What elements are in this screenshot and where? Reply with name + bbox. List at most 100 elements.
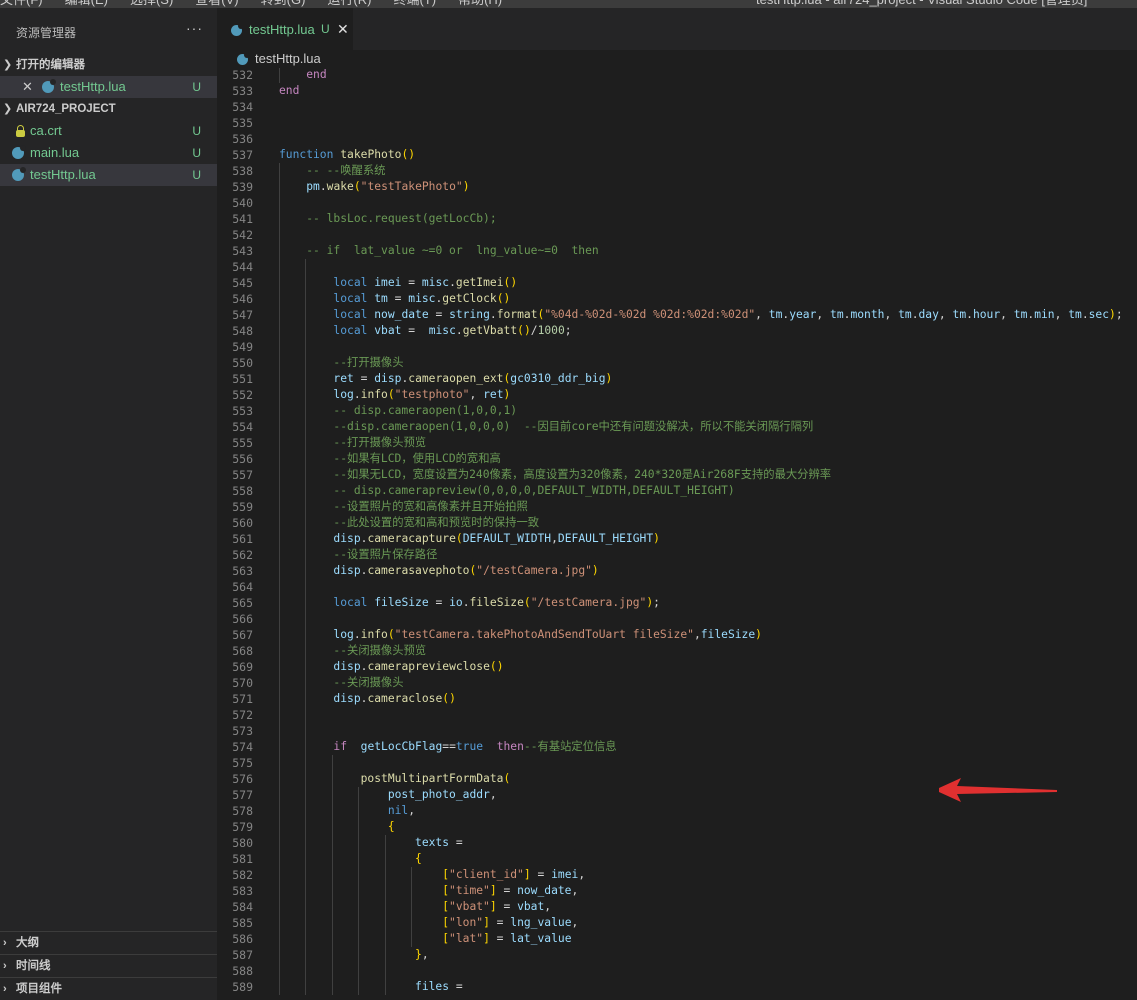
open-editors-section[interactable]: ❯ 打开的编辑器 [0, 54, 217, 76]
code-line[interactable]: 556 --如果有LCD，使用LCD的宽和高 [217, 451, 1137, 467]
code-line[interactable]: 547 local now_date = string.format("%04d… [217, 307, 1137, 323]
lock-icon [16, 125, 25, 137]
code-line[interactable]: 535 [217, 115, 1137, 131]
code-line[interactable]: 545 local imei = misc.getImei() [217, 275, 1137, 291]
code-line[interactable]: 580 texts = [217, 835, 1137, 851]
outline-section[interactable]: › 大纲 [0, 931, 217, 954]
code-line[interactable]: 554 --disp.cameraopen(1,0,0,0) --因目前core… [217, 419, 1137, 435]
code-line[interactable]: 585 ["lon"] = lng_value, [217, 915, 1137, 931]
code-line[interactable]: 581 { [217, 851, 1137, 867]
code-line[interactable]: 563 disp.camerasavephoto("/testCamera.jp… [217, 563, 1137, 579]
code-line[interactable]: 587 }, [217, 947, 1137, 963]
line-number: 567 [232, 628, 253, 642]
code-line[interactable]: 537 function takePhoto() [217, 147, 1137, 163]
code-line[interactable]: 543 -- if lat_value ~=0 or lng_value~=0 … [217, 243, 1137, 259]
code-line[interactable]: 548 local vbat = misc.getVbatt()/1000; [217, 323, 1137, 339]
code-line[interactable]: 540 [217, 195, 1137, 211]
code-line[interactable]: 533 end [217, 83, 1137, 99]
code-text: -- --唤醒系统 [306, 164, 386, 177]
code-text: local tm = misc.getClock() [333, 292, 511, 305]
menu-item[interactable]: 帮助(H) [458, 0, 502, 8]
git-status-badge: U [192, 80, 201, 94]
close-icon[interactable]: ✕ [337, 21, 349, 38]
project-components-section[interactable]: › 项目组件 [0, 977, 217, 1000]
line-number: 534 [232, 100, 253, 114]
code-line[interactable]: 586 ["lat"] = lat_value [217, 931, 1137, 947]
tab-testhttp-lua[interactable]: testHttp.lua U ✕ [217, 8, 353, 50]
code-line[interactable]: 575 [217, 755, 1137, 771]
code-line[interactable]: 553 -- disp.cameraopen(1,0,0,1) [217, 403, 1137, 419]
code-text: --如果有LCD，使用LCD的宽和高 [333, 452, 501, 465]
code-line[interactable]: 582 ["client_id"] = imei, [217, 867, 1137, 883]
file-item-testhttp-lua[interactable]: testHttp.lua U [0, 164, 217, 186]
line-number: 558 [232, 484, 253, 498]
file-item-main-lua[interactable]: main.lua U [0, 142, 217, 164]
code-line[interactable]: 546 local tm = misc.getClock() [217, 291, 1137, 307]
file-name: ca.crt [30, 123, 62, 138]
close-icon[interactable]: ✕ [22, 76, 33, 98]
open-editor-item[interactable]: ✕ testHttp.lua U [0, 76, 217, 98]
code-line[interactable]: 549 [217, 339, 1137, 355]
code-line[interactable]: 566 [217, 611, 1137, 627]
line-number: 580 [232, 836, 253, 850]
code-line[interactable]: 532 end [217, 68, 1137, 83]
menu-bar[interactable]: 文件(F) 编辑(E) 选择(S) 查看(V) 转到(G) 运行(R) 终端(T) 帮助(H) [0, 0, 524, 8]
file-item-ca-crt[interactable]: ca.crt U [0, 120, 217, 142]
project-section[interactable]: ❯ AIR724_PROJECT [0, 98, 217, 120]
code-line[interactable]: 555 --打开摄像头预览 [217, 435, 1137, 451]
code-text: --打开摄像头 [333, 356, 404, 369]
code-text: ["client_id"] = imei, [442, 868, 586, 881]
code-line[interactable]: 573 [217, 723, 1137, 739]
code-line[interactable]: 588 [217, 963, 1137, 979]
code-line[interactable]: 551 ret = disp.cameraopen_ext(gc0310_ddr… [217, 371, 1137, 387]
code-line[interactable]: 579 { [217, 819, 1137, 835]
code-line[interactable]: 571 disp.cameraclose() [217, 691, 1137, 707]
code-editor[interactable]: 532 end 533 end 534 535 536 537 function takePh… [217, 68, 1137, 1000]
menu-item[interactable]: 运行(R) [327, 0, 371, 8]
code-line[interactable]: 562 --设置照片保存路径 [217, 547, 1137, 563]
menu-item[interactable]: 编辑(E) [65, 0, 108, 8]
code-line[interactable]: 572 [217, 707, 1137, 723]
code-line[interactable]: 567 log.info("testCamera.takePhotoAndSen… [217, 627, 1137, 643]
code-line[interactable]: 559 --设置照片的宽和高像素并且开始拍照 [217, 499, 1137, 515]
code-line[interactable]: 574 if getLocCbFlag==true then--有基站定位信息 [217, 739, 1137, 755]
code-line[interactable]: 550 --打开摄像头 [217, 355, 1137, 371]
line-number: 586 [232, 932, 253, 946]
code-line[interactable]: 542 [217, 227, 1137, 243]
code-line[interactable]: 536 [217, 131, 1137, 147]
code-text: local imei = misc.getImei() [333, 276, 518, 289]
more-actions-icon[interactable]: ··· [186, 20, 203, 36]
line-number: 573 [232, 724, 253, 738]
menu-item[interactable]: 转到(G) [261, 0, 306, 8]
breadcrumb[interactable]: testHttp.lua [217, 50, 1137, 70]
code-line[interactable]: 552 log.info("testphoto", ret) [217, 387, 1137, 403]
code-line[interactable]: 589 files = [217, 979, 1137, 995]
menu-item[interactable]: 文件(F) [0, 0, 43, 8]
menu-item[interactable]: 终端(T) [393, 0, 436, 8]
code-line[interactable]: 558 -- disp.camerapreview(0,0,0,0,DEFAUL… [217, 483, 1137, 499]
code-line[interactable]: 538 -- --唤醒系统 [217, 163, 1137, 179]
line-number: 536 [232, 132, 253, 146]
menu-item[interactable]: 选择(S) [130, 0, 173, 8]
git-status-badge: U [192, 146, 201, 160]
code-line[interactable]: 544 [217, 259, 1137, 275]
timeline-section[interactable]: › 时间线 [0, 954, 217, 977]
code-line[interactable]: 570 --关闭摄像头 [217, 675, 1137, 691]
code-line[interactable]: 534 [217, 99, 1137, 115]
line-number: 565 [232, 596, 253, 610]
code-line[interactable]: 569 disp.camerapreviewclose() [217, 659, 1137, 675]
code-line[interactable]: 557 --如果无LCD，宽度设置为240像素，高度设置为320像素，240*3… [217, 467, 1137, 483]
code-line[interactable]: 583 ["time"] = now_date, [217, 883, 1137, 899]
code-line[interactable]: 560 --此处设置的宽和高和预览时的保持一致 [217, 515, 1137, 531]
code-line[interactable]: 584 ["vbat"] = vbat, [217, 899, 1137, 915]
code-text: { [387, 820, 395, 833]
code-line[interactable]: 568 --关闭摄像头预览 [217, 643, 1137, 659]
menu-item[interactable]: 查看(V) [195, 0, 238, 8]
code-line[interactable]: 561 disp.cameracapture(DEFAULT_WIDTH,DEF… [217, 531, 1137, 547]
code-line[interactable]: 564 [217, 579, 1137, 595]
code-line[interactable]: 541 -- lbsLoc.request(getLocCb); [217, 211, 1137, 227]
code-line[interactable]: 539 pm.wake("testTakePhoto") [217, 179, 1137, 195]
line-number: 533 [232, 84, 253, 98]
line-number: 552 [232, 388, 253, 402]
code-line[interactable]: 565 local fileSize = io.fileSize("/testC… [217, 595, 1137, 611]
